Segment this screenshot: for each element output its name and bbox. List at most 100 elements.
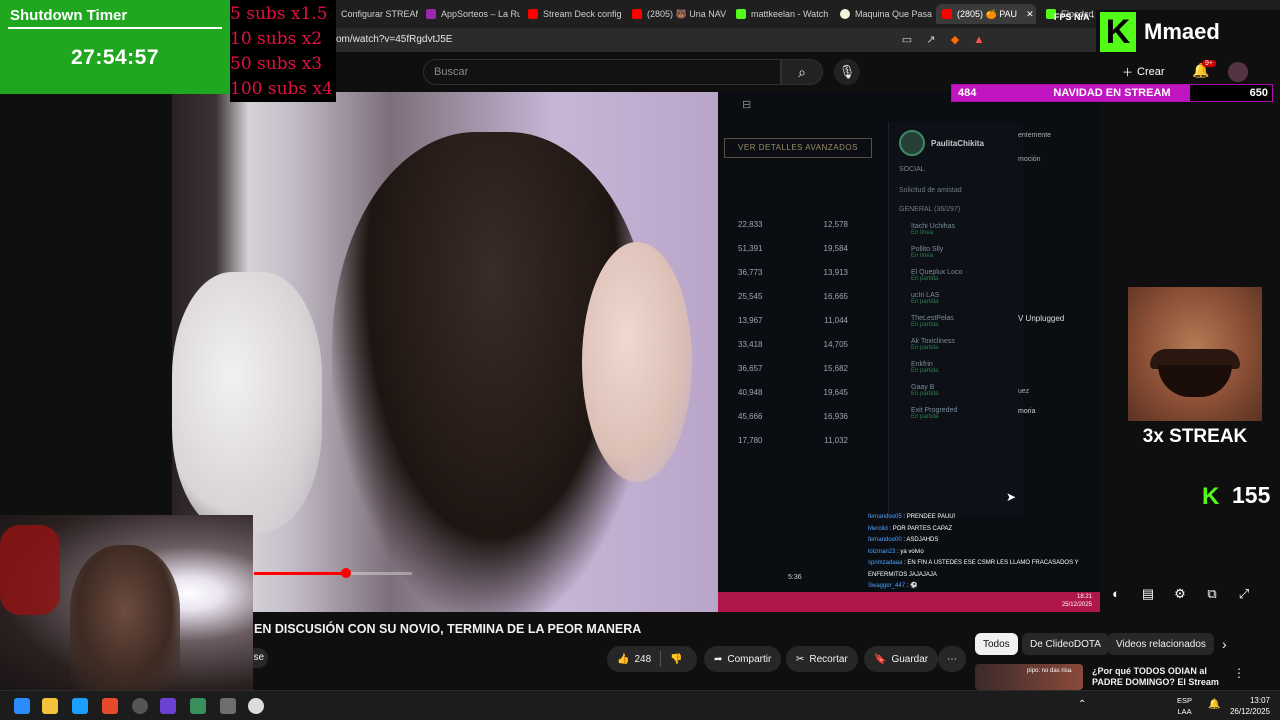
stats-row: 51,391 19,584 bbox=[738, 244, 848, 253]
stats-row: 36,773 13,913 bbox=[738, 268, 848, 277]
chat-username: lolzman23 bbox=[868, 548, 896, 555]
kick-logo-icon: K bbox=[1100, 12, 1136, 52]
windows-start-icon[interactable] bbox=[14, 698, 30, 714]
browser-tab[interactable]: AppSorteos – La Ru bbox=[420, 4, 520, 24]
tray-chevron-icon[interactable]: ⌃ bbox=[1078, 699, 1086, 710]
share-arrow-icon: ➦ bbox=[714, 653, 723, 665]
stat-value: 13,913 bbox=[823, 268, 848, 277]
stat-value: 19,645 bbox=[823, 388, 848, 397]
thumbs-down-icon[interactable]: 👎 bbox=[670, 654, 682, 665]
chip-todos[interactable]: Todos bbox=[975, 633, 1018, 655]
stat-value: 13,967 bbox=[738, 316, 763, 325]
share-button[interactable]: ➦ Compartir bbox=[704, 646, 782, 672]
chip-related-videos[interactable]: Videos relacionados bbox=[1108, 633, 1214, 655]
friend-name: Exit Progreded bbox=[911, 407, 958, 414]
notification-icon[interactable]: 🔔 bbox=[1208, 699, 1220, 710]
app-icon[interactable] bbox=[190, 698, 206, 714]
streak-label: 3x STREAK bbox=[1142, 426, 1248, 447]
like-dislike-group: 👍 248 👎 bbox=[607, 646, 697, 672]
search-icon[interactable]: ⌕ bbox=[781, 59, 823, 85]
in-video-clock-date: 25/12/2025 bbox=[1061, 602, 1092, 608]
browser-tab-active[interactable]: (2805) 🍊 PAU ✕ bbox=[936, 4, 1036, 24]
video-player[interactable]: ⊟ VER DETALLES AVANZADOS 22,833 12,578 51,… bbox=[172, 92, 1100, 612]
stat-value: 45,666 bbox=[738, 412, 763, 421]
chips-next-icon[interactable]: › bbox=[1222, 636, 1227, 652]
side-text: uez bbox=[1018, 388, 1030, 395]
clock-date: 26/12/2025 bbox=[1229, 707, 1270, 716]
like-count[interactable]: 248 bbox=[634, 654, 651, 665]
file-explorer-icon[interactable] bbox=[42, 698, 58, 714]
thumbs-up-icon[interactable]: 👍 bbox=[617, 654, 629, 665]
friend-list-item: Exit Progreded En partida bbox=[911, 407, 1023, 420]
app-icon[interactable] bbox=[220, 698, 236, 714]
friend-status: En partida bbox=[911, 276, 939, 282]
fullscreen-icon[interactable]: ⤢ bbox=[1234, 586, 1254, 602]
screen-cast-icon[interactable]: ▭ bbox=[900, 33, 914, 47]
search-input[interactable]: Buscar bbox=[423, 59, 781, 85]
stat-value: 19,584 bbox=[823, 244, 848, 253]
chat-message: sprimzadaaa : EN FIN A USTEDES ESE CSMR … bbox=[868, 558, 1098, 581]
miniplayer-icon[interactable]: ⧉ bbox=[1202, 586, 1222, 602]
subs-rule: 10 subs x2 bbox=[230, 29, 323, 49]
create-button[interactable]: ＋ Crear bbox=[1122, 61, 1165, 83]
scrubber-handle[interactable] bbox=[341, 568, 351, 578]
clock-time: 13:07 bbox=[1249, 696, 1270, 705]
stats-row: 13,967 11,044 bbox=[738, 316, 848, 325]
tab-label: Stream Deck config bbox=[543, 9, 622, 19]
chair-shape bbox=[0, 525, 60, 615]
recommended-title[interactable]: ¿Por qué TODOS ODIAN al PADRE DOMINGO? E… bbox=[1092, 666, 1232, 688]
tab-close-icon[interactable]: ✕ bbox=[1026, 9, 1034, 20]
url-text[interactable]: om/watch?v=45fRgdvtJ5E bbox=[336, 34, 452, 45]
friend-list-item: Pollito Slly En línea bbox=[911, 246, 1023, 259]
brave-rewards-icon[interactable]: ▲ bbox=[972, 33, 986, 47]
app-icon[interactable] bbox=[248, 698, 264, 714]
progress-bar[interactable] bbox=[254, 572, 346, 575]
save-button[interactable]: 🔖 Guardar bbox=[864, 646, 939, 672]
windows-taskbar: ⌃ ESP LAA 🔔 13:07 26/12/2025 bbox=[0, 690, 1280, 720]
browser-tab[interactable]: (2805) 🐻 Una NAV bbox=[626, 4, 726, 24]
friend-name: Ak Toxicliness bbox=[911, 338, 955, 345]
microphone-icon[interactable]: 🎙 bbox=[834, 59, 860, 85]
recommended-thumbnail[interactable]: pipo: no das risa. bbox=[975, 664, 1083, 690]
language-indicator[interactable]: ESP LAA bbox=[1177, 695, 1192, 717]
person-face-shape bbox=[582, 242, 692, 482]
browser-tab[interactable]: mattkeelan - Watch bbox=[730, 4, 830, 24]
side-text: moria bbox=[1018, 408, 1036, 415]
tab-label: (2805) 🍊 PAU bbox=[957, 8, 1018, 19]
subs-rule: 100 subs x4 bbox=[230, 79, 333, 99]
obs-icon[interactable] bbox=[132, 698, 148, 714]
settings-gear-icon[interactable]: ⚙ bbox=[1170, 586, 1190, 602]
tab-label: (2805) 🐻 Una NAV bbox=[647, 8, 726, 19]
friend-status: En línea bbox=[911, 230, 934, 236]
avatar[interactable] bbox=[1228, 62, 1248, 82]
clip-button[interactable]: ✂ Recortar bbox=[786, 646, 858, 672]
chip-clideodota[interactable]: De ClideoDOTA bbox=[1022, 633, 1109, 655]
stat-value: 33,418 bbox=[738, 340, 763, 349]
recommended-more-icon[interactable]: ⋮ bbox=[1233, 666, 1245, 680]
more-actions-icon[interactable]: ⋯ bbox=[938, 646, 966, 672]
recommended-video-item[interactable]: pipo: no das risa. ¿Por qué TODOS ODIAN … bbox=[975, 662, 1275, 690]
browser-tab[interactable]: Stream Deck config bbox=[522, 4, 622, 24]
chat-message: Merolid : POR PARTES CAPAZ bbox=[868, 524, 1098, 536]
stat-value: 51,391 bbox=[738, 244, 763, 253]
share-icon[interactable]: ↗ bbox=[924, 33, 938, 47]
steam-icon[interactable] bbox=[72, 698, 88, 714]
taskbar-clock[interactable]: 13:07 26/12/2025 bbox=[1230, 695, 1270, 717]
stat-value: 25,545 bbox=[738, 292, 763, 301]
autoplay-toggle-icon[interactable]: ◐ bbox=[1106, 586, 1126, 602]
discord-icon[interactable] bbox=[160, 698, 176, 714]
stats-row: 25,545 16,665 bbox=[738, 292, 848, 301]
subtitles-icon[interactable]: ▤ bbox=[1138, 586, 1158, 602]
in-video-clock-time: 18:21 bbox=[1076, 594, 1092, 600]
stat-value: 16,936 bbox=[823, 412, 848, 421]
video-timestamp-overlay: 5:36 bbox=[788, 574, 802, 581]
divider bbox=[8, 27, 222, 29]
friend-list-item: Enkfrin En partida bbox=[911, 361, 1023, 374]
friend-list-item: Ak Toxicliness En partida bbox=[911, 338, 1023, 351]
stats-row: 22,833 12,578 bbox=[738, 220, 848, 229]
brave-shield-icon[interactable]: ◆ bbox=[948, 33, 962, 47]
brave-icon[interactable] bbox=[102, 698, 118, 714]
laughing-man-meme-image bbox=[1128, 287, 1262, 421]
create-label: Crear bbox=[1137, 66, 1165, 78]
browser-tab[interactable]: Maquina Que Pasa bbox=[834, 4, 934, 24]
